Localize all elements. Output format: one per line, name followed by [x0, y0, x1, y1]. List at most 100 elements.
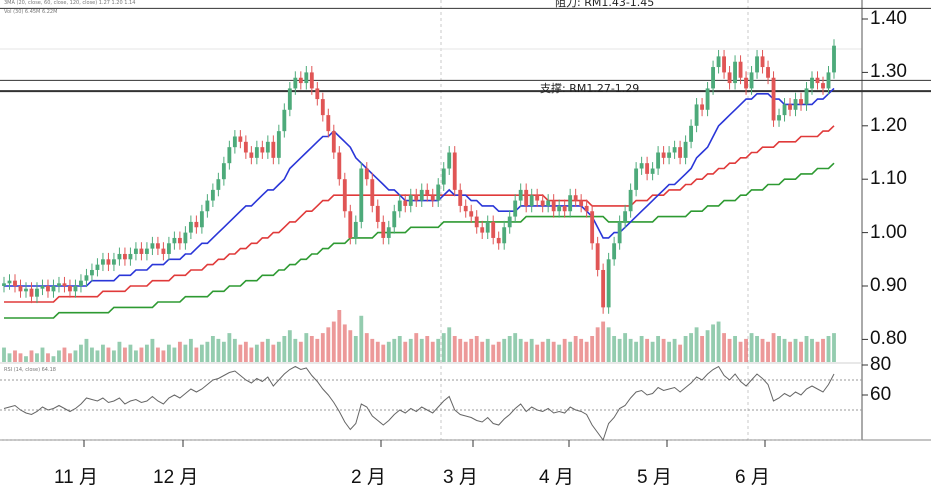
- volume-bar: [414, 333, 419, 362]
- volume-bar: [689, 333, 694, 362]
- volume-bar: [782, 338, 787, 362]
- candle-body: [397, 200, 402, 212]
- candle-body: [315, 88, 320, 100]
- candle-body: [419, 189, 424, 201]
- candle-body: [777, 115, 781, 121]
- volume-bar: [694, 327, 699, 362]
- volume-bar: [62, 347, 67, 362]
- candle-body: [2, 283, 6, 286]
- volume-bar: [84, 338, 89, 362]
- volume-bar: [29, 350, 34, 362]
- candle-body: [546, 200, 551, 206]
- candle-body: [342, 179, 347, 212]
- volume-bar: [645, 338, 650, 362]
- candle-body: [513, 200, 518, 217]
- candle-body: [722, 56, 726, 73]
- candle-body: [331, 131, 336, 153]
- volume-bar: [507, 336, 512, 362]
- volume-bar: [518, 338, 523, 362]
- volume-bar: [727, 338, 732, 362]
- volume-bar: [315, 338, 320, 362]
- volume-bar: [106, 347, 111, 362]
- candle-body: [375, 205, 380, 222]
- candle-body: [738, 61, 743, 78]
- rsi-indicator-legend: RSI (14, close) 64.18: [4, 367, 56, 373]
- candle-body: [634, 168, 639, 190]
- volume-bar: [738, 341, 743, 362]
- volume-bar: [513, 333, 518, 362]
- volume-bar: [408, 338, 413, 362]
- candle-body: [584, 205, 589, 212]
- volume-bar: [320, 333, 325, 362]
- candle-body: [700, 104, 705, 110]
- candle-body: [414, 195, 419, 201]
- candle-body: [672, 147, 677, 153]
- volume-bar: [502, 338, 507, 362]
- candle-body: [568, 195, 573, 212]
- volume-bar: [337, 310, 342, 362]
- volume-bar: [403, 341, 408, 362]
- candle-body: [689, 125, 694, 142]
- candle-body: [73, 286, 78, 292]
- candle-body: [502, 227, 507, 244]
- candle-body: [496, 237, 501, 244]
- candle-body: [628, 189, 633, 212]
- volume-bar: [353, 336, 358, 362]
- candle-body: [90, 269, 94, 276]
- x-tick-label: 2 月: [351, 467, 386, 488]
- candle-body: [832, 45, 836, 73]
- candle-body: [106, 259, 111, 265]
- candle-body: [656, 152, 661, 169]
- candle-body: [612, 243, 617, 260]
- candle-body: [683, 141, 688, 158]
- volume-bar: [458, 338, 463, 362]
- candle-body: [177, 237, 182, 244]
- x-tick-label: 6 月: [735, 467, 770, 488]
- candle-body: [276, 131, 281, 158]
- volume-bar: [51, 356, 56, 362]
- volume-bar: [40, 347, 45, 362]
- volume-bar: [733, 336, 737, 362]
- chart-canvas: [0, 0, 931, 447]
- volume-bar: [755, 336, 759, 362]
- volume-bar: [579, 338, 584, 362]
- candle-body: [447, 152, 452, 169]
- volume-bar: [810, 338, 814, 362]
- volume-bar: [238, 344, 243, 362]
- volume-bar: [139, 347, 144, 362]
- volume-bar: [815, 341, 820, 362]
- volume-bar: [766, 341, 770, 362]
- volume-bar: [469, 338, 474, 362]
- volume-bar: [799, 341, 803, 362]
- candle-body: [238, 136, 243, 142]
- volume-bar: [551, 341, 556, 362]
- candle-body: [551, 200, 556, 212]
- candle-body: [744, 77, 748, 89]
- candle-body: [112, 259, 116, 265]
- y-tick-label: 0.80: [870, 328, 907, 350]
- candle-body: [221, 163, 226, 180]
- volume-bar: [265, 338, 270, 362]
- candle-body: [810, 77, 814, 89]
- volume-bar: [540, 341, 545, 362]
- volume-bar: [760, 338, 765, 362]
- volume-bar: [562, 338, 567, 362]
- volume-bar: [194, 347, 199, 362]
- candle-body: [529, 195, 534, 206]
- volume-bar: [95, 350, 100, 362]
- volume-bar: [661, 338, 666, 362]
- candle-body: [46, 286, 50, 292]
- rsi-panel: [0, 365, 862, 442]
- volume-bar: [777, 336, 781, 362]
- volume-bar: [271, 344, 276, 362]
- candle-body: [144, 248, 149, 254]
- candle-body: [678, 147, 683, 158]
- candle-body: [194, 221, 199, 228]
- candle-body: [199, 211, 204, 228]
- candle-body: [458, 189, 463, 206]
- candle-body: [474, 216, 479, 228]
- y-tick-label: 1.30: [870, 61, 907, 83]
- candle-body: [535, 195, 540, 201]
- volume-bar: [804, 336, 809, 362]
- candle-body: [205, 200, 210, 212]
